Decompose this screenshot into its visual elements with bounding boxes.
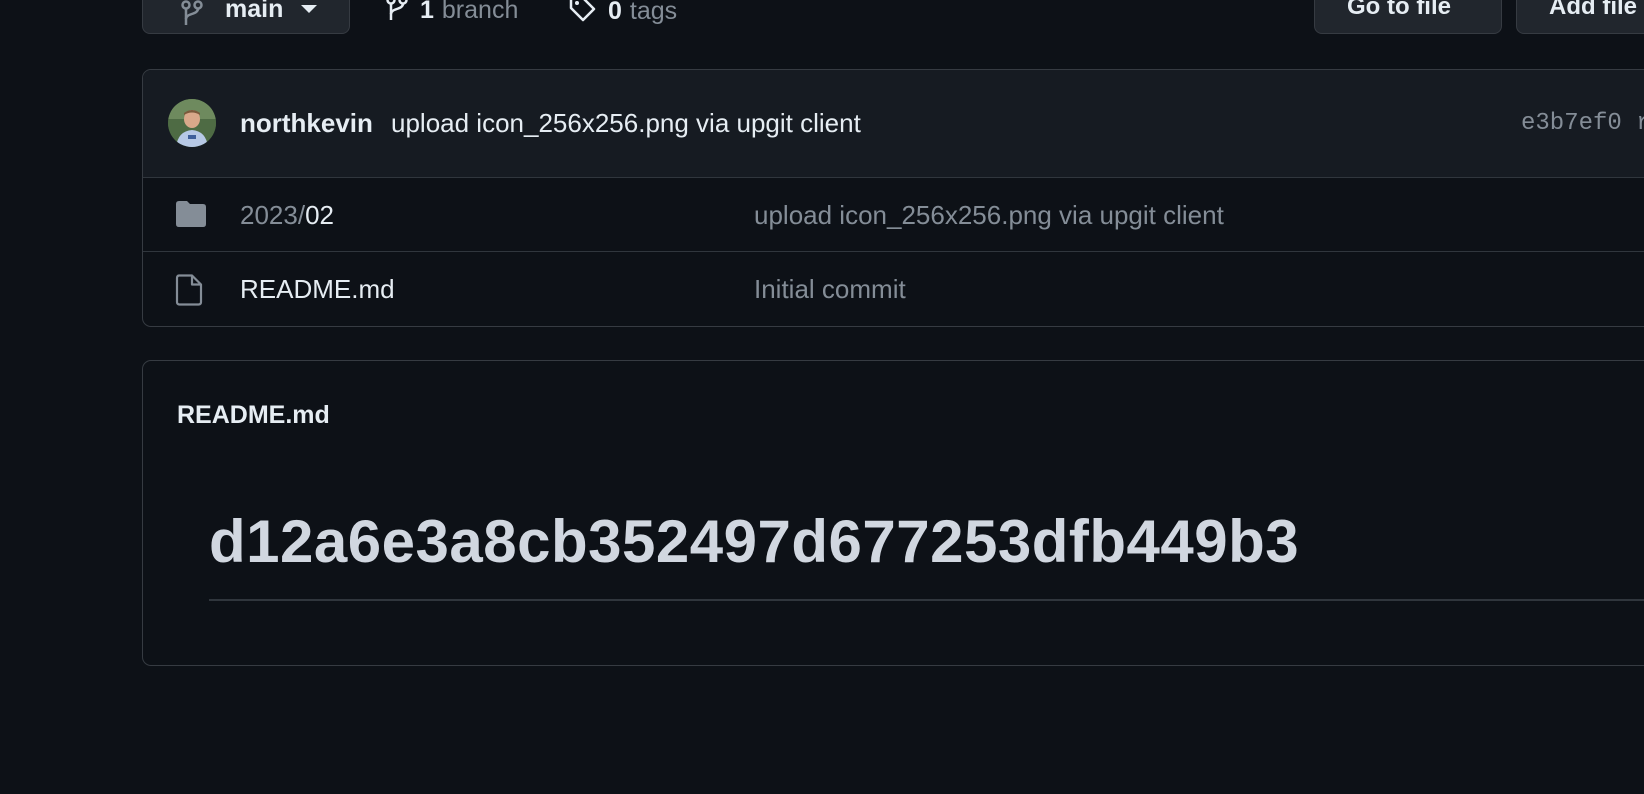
go-to-file-button[interactable]: Go to file bbox=[1314, 0, 1502, 34]
commit-message-link[interactable]: upload icon_256x256.png via upgit client bbox=[391, 108, 861, 139]
page: main 1 branch 0 tags Go to file Add file… bbox=[0, 0, 1644, 794]
branch-select-button[interactable]: main bbox=[142, 0, 350, 34]
folder-icon bbox=[175, 200, 207, 233]
file-row[interactable]: 2023/02 upload icon_256x256.png via upgi… bbox=[143, 178, 1644, 252]
readme-panel: README.md d12a6e3a8cb352497d677253dfb449… bbox=[142, 360, 1644, 666]
heading-divider bbox=[209, 599, 1644, 601]
branches-link[interactable]: 1 branch bbox=[386, 0, 518, 27]
branch-label: branch bbox=[441, 0, 519, 24]
tag-label: tags bbox=[629, 0, 678, 25]
add-file-button[interactable]: Add file bbox=[1516, 0, 1644, 34]
repo-toolbar: main 1 branch 0 tags Go to file Add file bbox=[142, 0, 1644, 36]
file-icon bbox=[175, 274, 203, 311]
latest-commit-header: northkevin upload icon_256x256.png via u… bbox=[143, 70, 1644, 178]
git-branch-icon bbox=[386, 0, 408, 27]
branch-name: main bbox=[225, 0, 284, 23]
file-name-link[interactable]: README.md bbox=[240, 274, 395, 305]
file-commit-message[interactable]: upload icon_256x256.png via upgit client bbox=[754, 200, 1224, 231]
branch-count: 1 bbox=[420, 0, 434, 24]
file-row[interactable]: README.md Initial commit bbox=[143, 252, 1644, 325]
avatar[interactable] bbox=[168, 99, 216, 147]
git-branch-icon bbox=[181, 0, 203, 32]
file-commit-message[interactable]: Initial commit bbox=[754, 274, 906, 305]
tag-count: 0 bbox=[608, 0, 622, 25]
file-list: northkevin upload icon_256x256.png via u… bbox=[142, 69, 1644, 327]
readme-heading: d12a6e3a8cb352497d677253dfb449b3 bbox=[209, 508, 1300, 575]
readme-title-link[interactable]: README.md bbox=[177, 401, 330, 430]
file-name-link[interactable]: 2023/02 bbox=[240, 200, 334, 231]
commit-sha-link[interactable]: e3b7ef0 r bbox=[1521, 110, 1644, 137]
folder-name: 02 bbox=[305, 200, 334, 230]
commit-author-link[interactable]: northkevin bbox=[240, 108, 373, 139]
folder-path-prefix: 2023/ bbox=[240, 200, 306, 230]
caret-down-icon bbox=[301, 5, 317, 13]
tag-icon bbox=[568, 0, 596, 29]
tags-link[interactable]: 0 tags bbox=[568, 0, 677, 29]
